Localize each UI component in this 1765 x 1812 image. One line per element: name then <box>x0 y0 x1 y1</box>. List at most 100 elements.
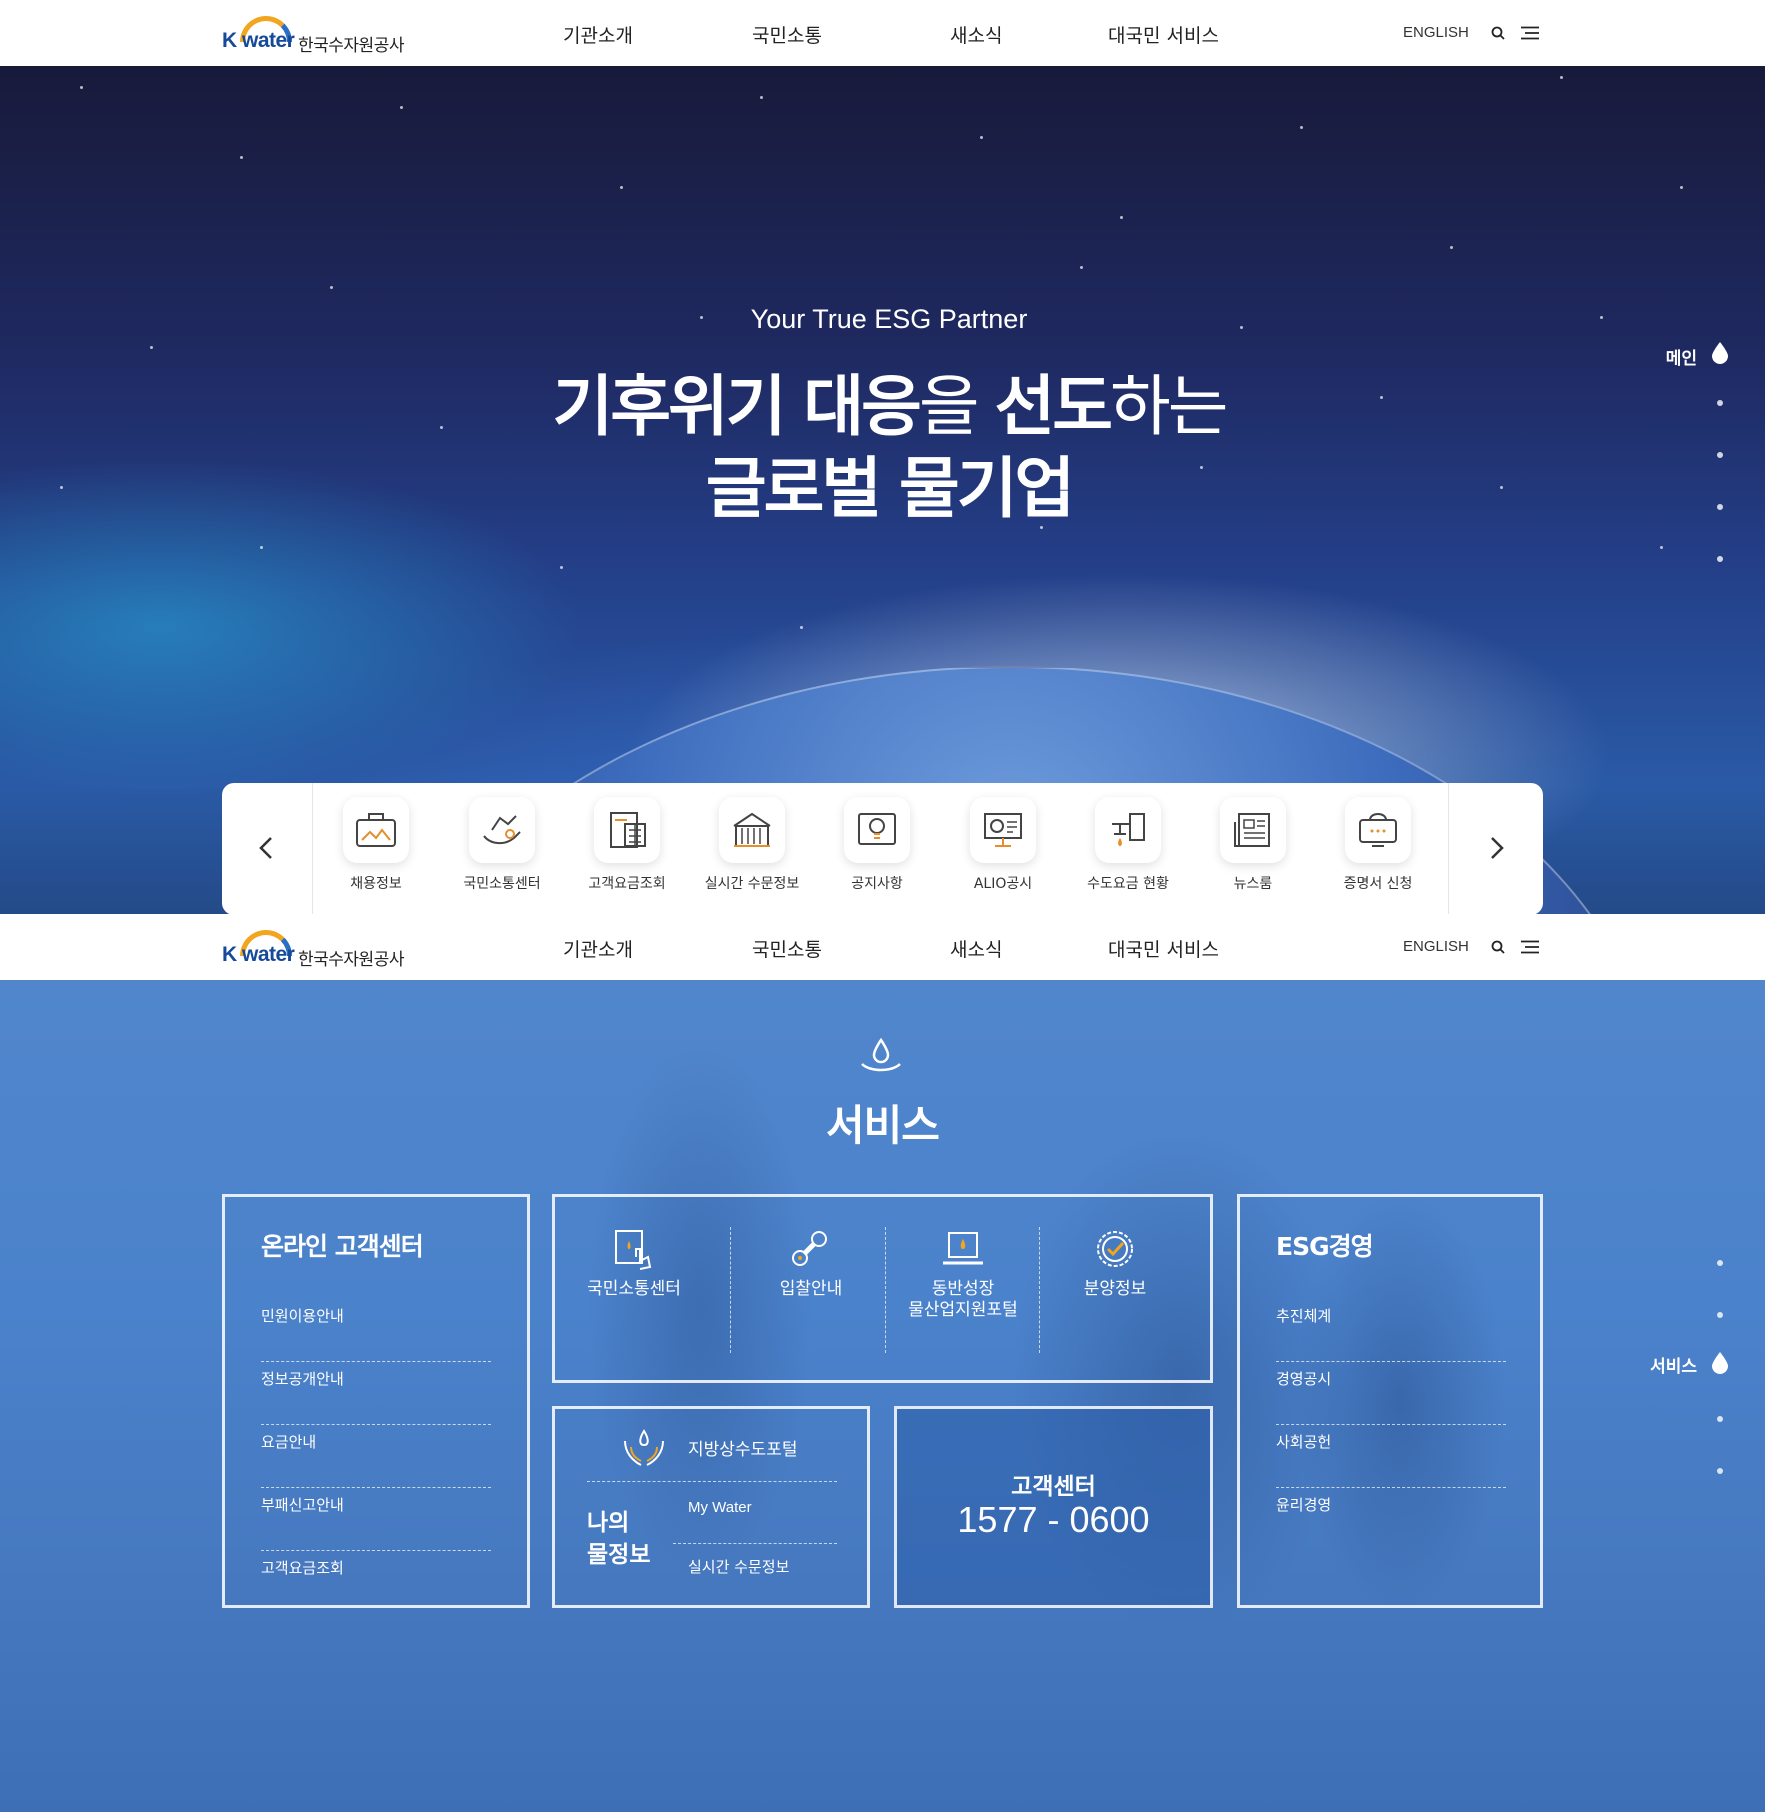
quick-item-communication[interactable]: 국민소통센터 <box>442 797 562 893</box>
list-item[interactable]: 윤리경영 <box>1276 1488 1506 1551</box>
certificate-icon <box>1345 797 1411 863</box>
presentation-icon <box>970 797 1036 863</box>
list-item[interactable]: 경영공시 <box>1276 1362 1506 1425</box>
hamburger-menu-icon[interactable] <box>1521 940 1539 954</box>
my-water-title: 나의 물정보 <box>587 1507 650 1571</box>
service-link-growth-portal[interactable]: 동반성장 물산업지원포털 <box>888 1227 1038 1321</box>
nav-item-about[interactable]: 기관소개 <box>563 935 633 962</box>
logo-text-ko: 한국수자원공사 <box>298 36 404 56</box>
quick-item-newsroom[interactable]: 뉴스룸 <box>1193 797 1313 893</box>
hero-title-line1: 기후위기 대응을 선도하는 <box>0 366 1765 448</box>
laptop-water-icon <box>943 1232 983 1265</box>
quick-item-hydro[interactable]: 실시간 수문정보 <box>692 797 812 893</box>
service-link-communication[interactable]: 국민소통센터 <box>559 1227 709 1300</box>
hamburger-menu-icon[interactable] <box>1521 26 1539 40</box>
quick-item-billing[interactable]: 고객요금조회 <box>567 797 687 893</box>
search-icon[interactable] <box>1491 940 1505 954</box>
my-water-link-hydro[interactable]: 실시간 수문정보 <box>688 1556 789 1577</box>
quick-item-certificate[interactable]: 증명서 신청 <box>1318 797 1438 893</box>
section-dot[interactable] <box>1717 1260 1723 1266</box>
hero-title: 기후위기 대응을 선도하는 글로벌 물기업 <box>0 366 1765 530</box>
quick-item-alio[interactable]: ALIO공시 <box>943 797 1063 893</box>
nav-item-communication[interactable]: 국민소통 <box>752 21 822 48</box>
water-hands-icon <box>624 1429 664 1466</box>
service-section: 서비스 온라인 고객센터 민원이용안내 정보공개안내 요금안내 부패신고안내 고… <box>0 980 1765 1812</box>
quick-item-label: 채용정보 <box>350 876 402 892</box>
kwater-logo[interactable]: K water 한국수자원공사 <box>222 14 412 56</box>
esg-box: ESG경영 추진체계 경영공시 사회공헌 윤리경영 <box>1237 1194 1543 1608</box>
section-dot[interactable] <box>1717 504 1723 510</box>
section-indicator: 서비스 <box>1650 1260 1735 1480</box>
quick-item-label: 고객요금조회 <box>588 876 666 892</box>
quick-item-label: 공지사항 <box>851 876 903 892</box>
quick-service-box: 국민소통센터 입찰안내 동반성장 물산업지원포털 분양정보 <box>552 1194 1213 1383</box>
site-header: K water 한국수자원공사 기관소개 국민소통 새소식 대국민 서비스 EN… <box>0 0 1765 66</box>
chevron-right-icon[interactable] <box>1481 833 1511 863</box>
list-item[interactable]: 민원이용안내 <box>261 1299 491 1362</box>
stamp-icon <box>792 1231 827 1266</box>
quick-item-water-rate[interactable]: 수도요금 현황 <box>1068 797 1188 893</box>
list-item[interactable]: 부패신고안내 <box>261 1488 491 1551</box>
quick-item-label: 실시간 수문정보 <box>704 876 800 892</box>
quick-item-notice[interactable]: 공지사항 <box>817 797 937 893</box>
my-water-link-mywater[interactable]: My Water <box>688 1499 752 1516</box>
nav-item-about[interactable]: 기관소개 <box>563 21 633 48</box>
service-link-bidding[interactable]: 입찰안내 <box>736 1227 886 1300</box>
customer-center-phone: 1577 - 0600 <box>957 1499 1150 1540</box>
customer-center-box[interactable]: 고객센터 1577 - 0600 <box>894 1406 1213 1608</box>
hero-title-line2: 글로벌 물기업 <box>705 450 1075 527</box>
section-dot[interactable] <box>1717 400 1723 406</box>
quick-item-label: 증명서 신청 <box>1343 876 1413 892</box>
online-center-title: 온라인 고객센터 <box>261 1232 424 1261</box>
list-item[interactable]: 추진체계 <box>1276 1299 1506 1362</box>
section-dot[interactable] <box>1717 1312 1723 1318</box>
english-link[interactable]: ENGLISH <box>1403 938 1469 955</box>
section-indicator-label[interactable]: 메인 <box>1666 344 1697 369</box>
divider <box>885 1227 886 1353</box>
hero-title-part: 선도 <box>994 368 1113 445</box>
water-drop-icon[interactable] <box>1712 342 1728 364</box>
nav-item-news[interactable]: 새소식 <box>950 935 1002 962</box>
calculator-icon <box>594 797 660 863</box>
hero-title-part: 을 <box>918 368 995 445</box>
hero-title-part: 기후위기 대응 <box>552 368 922 445</box>
section-dot[interactable] <box>1717 452 1723 458</box>
list-item[interactable]: 사회공헌 <box>1276 1425 1506 1488</box>
logo-text-ko: 한국수자원공사 <box>298 950 404 970</box>
list-item[interactable]: 요금안내 <box>261 1425 491 1488</box>
search-icon[interactable] <box>1491 26 1505 40</box>
quick-item-recruit[interactable]: 채용정보 <box>316 797 436 893</box>
logo-text-en: K water <box>222 29 295 52</box>
section-dot[interactable] <box>1717 556 1723 562</box>
list-item[interactable]: 고객요금조회 <box>261 1551 491 1614</box>
water-drop-icon[interactable] <box>1712 1352 1728 1374</box>
esg-list: 추진체계 경영공시 사회공헌 윤리경영 <box>1276 1299 1506 1551</box>
section-indicator: 메인 <box>1666 336 1735 636</box>
nav-item-public-service[interactable]: 대국민 서비스 <box>1108 21 1219 48</box>
section-indicator-label[interactable]: 서비스 <box>1650 1352 1697 1377</box>
my-water-link-local-portal[interactable]: 지방상수도포털 <box>688 1435 797 1460</box>
hero-title-part: 하는 <box>1110 368 1228 445</box>
quick-menu: 채용정보 국민소통센터 고객요금조회 실시간 수문정보 공지사항 ALIO공시 … <box>222 783 1543 914</box>
header-utility: ENGLISH <box>1403 22 1543 46</box>
header-utility: ENGLISH <box>1403 936 1543 960</box>
kwater-logo[interactable]: K water 한국수자원공사 <box>222 928 412 970</box>
handshake-icon <box>469 797 535 863</box>
section-dot[interactable] <box>1717 1416 1723 1422</box>
section-dot[interactable] <box>1717 1468 1723 1474</box>
service-link-sale-info[interactable]: 분양정보 <box>1040 1227 1190 1300</box>
divider <box>673 1543 837 1544</box>
quick-item-label: 국민소통센터 <box>463 876 541 892</box>
nav-item-news[interactable]: 새소식 <box>950 21 1002 48</box>
newspaper-icon <box>1220 797 1286 863</box>
chevron-left-icon[interactable] <box>252 833 282 863</box>
customer-center-label: 고객센터 <box>1011 1474 1096 1500</box>
quick-item-label: 뉴스룸 <box>1233 876 1273 892</box>
nav-item-communication[interactable]: 국민소통 <box>752 935 822 962</box>
hero-subtitle: Your True ESG Partner <box>750 304 1028 334</box>
nav-item-public-service[interactable]: 대국민 서비스 <box>1108 935 1219 962</box>
list-item[interactable]: 정보공개안내 <box>261 1362 491 1425</box>
divider <box>730 1227 731 1353</box>
english-link[interactable]: ENGLISH <box>1403 24 1469 41</box>
idea-icon <box>844 797 910 863</box>
